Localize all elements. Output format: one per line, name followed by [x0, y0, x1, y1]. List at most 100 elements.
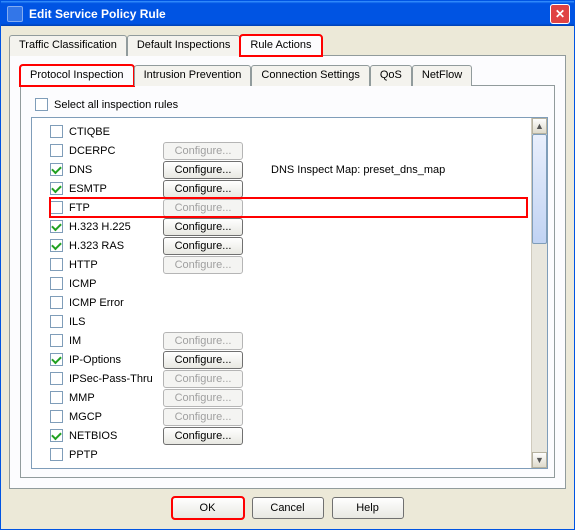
cancel-button[interactable]: Cancel	[252, 497, 324, 519]
inspection-checkbox[interactable]	[50, 144, 63, 157]
dialog-window: Edit Service Policy Rule ✕ Traffic Class…	[0, 0, 575, 530]
help-button[interactable]: Help	[332, 497, 404, 519]
configure-button[interactable]: Configure...	[163, 237, 243, 255]
outer-tabpanel: Protocol Inspection Intrusion Prevention…	[9, 55, 566, 489]
inspection-label: IP-Options	[69, 354, 163, 366]
inspection-row: MGCPConfigure...	[50, 407, 527, 426]
select-all-row: Select all inspection rules	[31, 94, 548, 117]
inspection-checkbox[interactable]	[50, 334, 63, 347]
dialog-body: Traffic Classification Default Inspectio…	[1, 26, 574, 529]
select-all-label: Select all inspection rules	[54, 99, 178, 111]
inspection-row: DNSConfigure... DNS Inspect Map: preset_d…	[50, 160, 527, 179]
inspection-checkbox[interactable]	[50, 391, 63, 404]
inspection-checkbox[interactable]	[50, 258, 63, 271]
inspection-label: HTTP	[69, 259, 163, 271]
inspection-checkbox[interactable]	[50, 239, 63, 252]
window-title: Edit Service Policy Rule	[29, 7, 550, 21]
inspection-label: H.323 RAS	[69, 240, 163, 252]
configure-button: Configure...	[163, 199, 243, 217]
inspection-label: ESMTP	[69, 183, 163, 195]
inspection-row: IMConfigure...	[50, 331, 527, 350]
inspection-label: MMP	[69, 392, 163, 404]
inspection-row: CTIQBE	[50, 122, 527, 141]
inspection-list: CTIQBEDCERPCConfigure...DNSConfigure...D…	[31, 117, 548, 469]
inspection-checkbox[interactable]	[50, 201, 63, 214]
inspection-checkbox[interactable]	[50, 448, 63, 461]
scrollbar[interactable]: ▲ ▼	[531, 118, 547, 468]
outer-tabstrip: Traffic Classification Default Inspectio…	[9, 35, 566, 56]
inspection-checkbox[interactable]	[50, 315, 63, 328]
inspection-row: H.323 H.225Configure...	[50, 217, 527, 236]
inspection-label: NETBIOS	[69, 430, 163, 442]
scroll-thumb[interactable]	[532, 134, 547, 244]
scroll-down-button[interactable]: ▼	[532, 452, 547, 468]
inspection-row: ESMTPConfigure...	[50, 179, 527, 198]
configure-button: Configure...	[163, 389, 243, 407]
tab-rule-actions[interactable]: Rule Actions	[240, 35, 321, 56]
ok-button[interactable]: OK	[172, 497, 244, 519]
configure-button: Configure...	[163, 142, 243, 160]
tab-traffic-classification[interactable]: Traffic Classification	[9, 35, 127, 56]
configure-button: Configure...	[163, 408, 243, 426]
inspection-checkbox[interactable]	[50, 410, 63, 423]
inspection-checkbox[interactable]	[50, 163, 63, 176]
inspection-row: NETBIOSConfigure...	[50, 426, 527, 445]
inspection-label: H.323 H.225	[69, 221, 163, 233]
tab-protocol-inspection[interactable]: Protocol Inspection	[20, 65, 134, 86]
inspection-row: HTTPConfigure...	[50, 255, 527, 274]
dialog-footer: OK Cancel Help	[9, 489, 566, 523]
inspection-label: ILS	[69, 316, 163, 328]
tab-netflow[interactable]: NetFlow	[412, 65, 472, 86]
inspection-label: ICMP	[69, 278, 163, 290]
configure-button: Configure...	[163, 370, 243, 388]
inspection-label: FTP	[69, 202, 163, 214]
tab-connection-settings[interactable]: Connection Settings	[251, 65, 369, 86]
app-icon	[7, 6, 23, 22]
inspection-checkbox[interactable]	[50, 353, 63, 366]
inspection-row: IP-OptionsConfigure...	[50, 350, 527, 369]
tab-default-inspections[interactable]: Default Inspections	[127, 35, 241, 56]
configure-button: Configure...	[163, 332, 243, 350]
inspection-checkbox[interactable]	[50, 296, 63, 309]
inspection-checkbox[interactable]	[50, 277, 63, 290]
tab-qos[interactable]: QoS	[370, 65, 412, 86]
configure-button[interactable]: Configure...	[163, 218, 243, 236]
inner-tabpanel: Select all inspection rules CTIQBE DCERPC…	[20, 85, 555, 478]
close-icon: ✕	[555, 7, 565, 21]
configure-button[interactable]: Configure...	[163, 161, 243, 179]
inspection-row: ILS	[50, 312, 527, 331]
inspection-label: DCERPC	[69, 145, 163, 157]
titlebar: Edit Service Policy Rule ✕	[1, 1, 574, 26]
inspection-label: IM	[69, 335, 163, 347]
inspection-checkbox[interactable]	[50, 429, 63, 442]
inspection-list-items: CTIQBEDCERPCConfigure...DNSConfigure...D…	[32, 118, 531, 468]
inspection-row: FTPConfigure...	[50, 198, 527, 217]
inspection-checkbox[interactable]	[50, 220, 63, 233]
inspection-label: CTIQBE	[69, 126, 163, 138]
inspection-row: IPSec-Pass-ThruConfigure...	[50, 369, 527, 388]
configure-button[interactable]: Configure...	[163, 427, 243, 445]
inspection-checkbox[interactable]	[50, 125, 63, 138]
inspection-row: H.323 RASConfigure...	[50, 236, 527, 255]
configure-button[interactable]: Configure...	[163, 351, 243, 369]
inspection-row: DCERPCConfigure...	[50, 141, 527, 160]
inspection-label: PPTP	[69, 449, 163, 461]
inspection-label: DNS	[69, 164, 163, 176]
inspection-row: MMPConfigure...	[50, 388, 527, 407]
close-button[interactable]: ✕	[550, 4, 570, 24]
inner-tabstrip: Protocol Inspection Intrusion Prevention…	[20, 65, 555, 86]
inspection-label: IPSec-Pass-Thru	[69, 373, 163, 385]
inspection-row: PPTP	[50, 445, 527, 464]
inspection-checkbox[interactable]	[50, 372, 63, 385]
inspection-row: ICMP	[50, 274, 527, 293]
inspection-note: DNS Inspect Map: preset_dns_map	[271, 164, 445, 176]
inspection-checkbox[interactable]	[50, 182, 63, 195]
select-all-checkbox[interactable]	[35, 98, 48, 111]
scroll-track[interactable]	[532, 134, 547, 452]
tab-intrusion-prevention[interactable]: Intrusion Prevention	[134, 65, 252, 86]
configure-button: Configure...	[163, 256, 243, 274]
configure-button[interactable]: Configure...	[163, 180, 243, 198]
scroll-up-button[interactable]: ▲	[532, 118, 547, 134]
inspection-label: MGCP	[69, 411, 163, 423]
inspection-row: ICMP Error	[50, 293, 527, 312]
